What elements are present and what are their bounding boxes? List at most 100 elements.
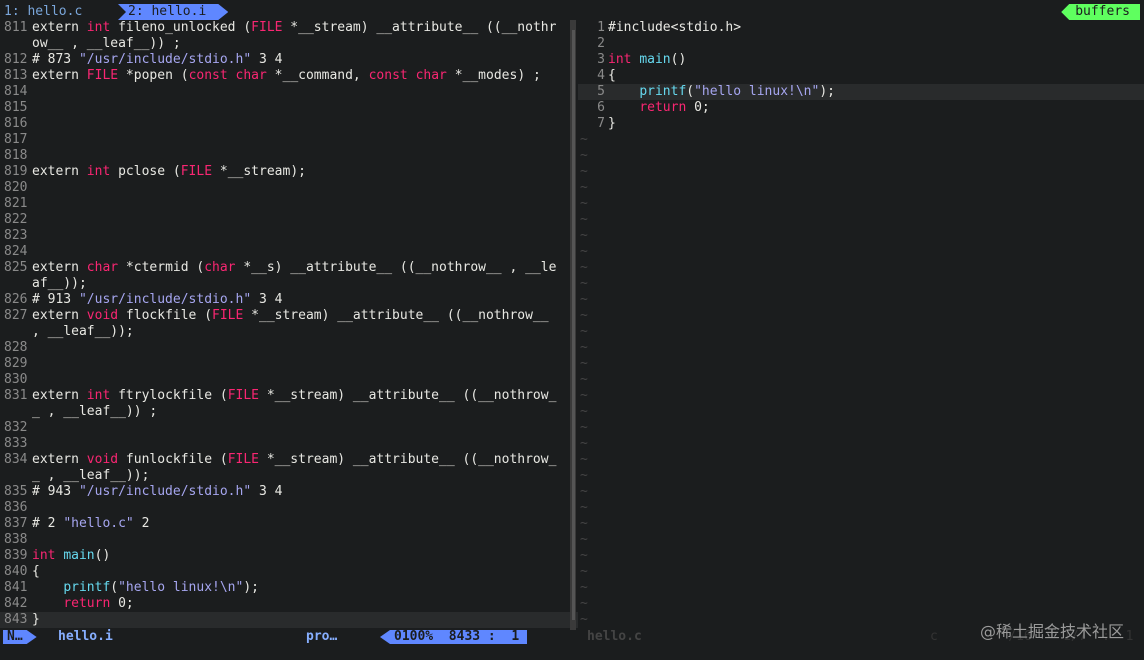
empty-line-tilde: ~ (580, 132, 588, 147)
left-code-line[interactable]: 831 extern int ftrylockfile (FILE *__stre… (0, 388, 578, 404)
right-code-line[interactable]: 4{ (578, 68, 1144, 84)
empty-line-tilde: ~ (580, 148, 588, 163)
line-text: _ , __leaf__)) ; (32, 404, 158, 419)
empty-line-tilde: ~ (580, 276, 588, 291)
left-code-line[interactable]: 811 extern int fileno_unlocked (FILE *__s… (0, 20, 578, 36)
left-code-line[interactable]: 838 (0, 532, 578, 548)
line-number: 812 (4, 52, 28, 67)
empty-line-tilde: ~ (580, 516, 588, 531)
line-number: 7 (597, 116, 605, 131)
right-code-line[interactable]: 6 return 0; (578, 100, 1144, 116)
left-code-line[interactable]: 839 int main() (0, 548, 578, 564)
left-code-line[interactable]: 826 # 913 "/usr/include/stdio.h" 3 4 (0, 292, 578, 308)
line-number: 3 (597, 52, 605, 67)
line-text: extern int fileno_unlocked (FILE *__stre… (32, 20, 557, 35)
line-number: 820 (4, 180, 28, 195)
line-number: 838 (4, 532, 28, 547)
line-text: # 943 "/usr/include/stdio.h" 3 4 (32, 484, 283, 499)
tabline: 1: hello.c 2: hello.i buffers (0, 4, 1144, 20)
left-code-line[interactable]: 820 (0, 180, 578, 196)
empty-line-tilde: ~ (580, 596, 588, 611)
line-number: 821 (4, 196, 28, 211)
empty-line-tilde: ~ (580, 228, 588, 243)
statusline-position: 0100% 8433 : 1 (380, 630, 528, 644)
line-text: extern char *ctermid (char *__s) __attri… (32, 260, 557, 275)
right-code-line[interactable]: 3 int main() (578, 52, 1144, 68)
statusline-filetype: pro… (306, 629, 338, 644)
line-number: 5 (597, 84, 605, 99)
line-number: 834 (4, 452, 28, 467)
line-number: 839 (4, 548, 28, 563)
empty-line-tilde: ~ (580, 308, 588, 323)
line-text: return 0; (63, 596, 134, 611)
line-text: _ , __leaf__)); (32, 468, 150, 483)
left-code-line[interactable]: 825 extern char *ctermid (char *__s) __at… (0, 260, 578, 276)
line-number: 823 (4, 228, 28, 243)
line-number: 822 (4, 212, 28, 227)
left-code-line[interactable]: af__)); (0, 276, 578, 292)
empty-line-tilde: ~ (580, 564, 588, 579)
left-code-line[interactable]: 821 (0, 196, 578, 212)
tab-hello-i[interactable]: 2: hello.i (118, 4, 228, 20)
left-code-line[interactable]: 822 (0, 212, 578, 228)
left-code-line[interactable]: 842 return 0; (0, 596, 578, 612)
left-code-line[interactable]: 843} (0, 612, 578, 628)
line-number: 811 (4, 20, 28, 35)
left-code-line[interactable]: _ , __leaf__)); (0, 468, 578, 484)
left-code-line[interactable]: 819 extern int pclose (FILE *__stream); (0, 164, 578, 180)
left-code-line[interactable]: 833 (0, 436, 578, 452)
right-code-line[interactable]: 2 (578, 36, 1144, 52)
line-text: extern int ftrylockfile (FILE *__stream)… (32, 388, 557, 403)
empty-line-tilde: ~ (580, 436, 588, 451)
left-code-line[interactable]: 827 extern void flockfile (FILE *__stream… (0, 308, 578, 324)
left-code-line[interactable]: 813 extern FILE *popen (const char *__com… (0, 68, 578, 84)
empty-line-tilde: ~ (580, 404, 588, 419)
left-code-line[interactable]: 828 (0, 340, 578, 356)
left-code-line[interactable]: , __leaf__)); (0, 324, 578, 340)
left-code-line[interactable]: 814 (0, 84, 578, 100)
line-number: 837 (4, 516, 28, 531)
left-code-line[interactable]: 836 (0, 500, 578, 516)
left-code-line[interactable]: 835 # 943 "/usr/include/stdio.h" 3 4 (0, 484, 578, 500)
buffers-indicator[interactable]: buffers (1061, 4, 1140, 20)
right-code-line[interactable]: 5 printf("hello linux!\n"); (578, 84, 1144, 100)
line-number: 824 (4, 244, 28, 259)
scrollbar-thumb[interactable] (572, 30, 575, 620)
line-text: #include<stdio.h> (608, 20, 742, 35)
line-number: 819 (4, 164, 28, 179)
right-code-line[interactable]: 1 #include<stdio.h> (578, 20, 1144, 36)
tab-hello-c[interactable]: 1: hello.c (4, 4, 82, 20)
line-number: 842 (4, 596, 28, 611)
left-code-line[interactable]: 824 (0, 244, 578, 260)
left-code-line[interactable]: _ , __leaf__)) ; (0, 404, 578, 420)
left-code-line[interactable]: 818 (0, 148, 578, 164)
line-number: 836 (4, 500, 28, 515)
left-code-line[interactable]: 832 (0, 420, 578, 436)
left-code-line[interactable]: 816 (0, 116, 578, 132)
line-text: { (32, 564, 40, 579)
line-text: # 913 "/usr/include/stdio.h" 3 4 (32, 292, 283, 307)
left-code-line[interactable]: ow__ , __leaf__)) ; (0, 36, 578, 52)
right-code-line[interactable]: 7} (578, 116, 1144, 132)
left-code-line[interactable]: 841 printf("hello linux!\n"); (0, 580, 578, 596)
left-code-line[interactable]: 840 { (0, 564, 578, 580)
left-code-line[interactable]: 815 (0, 100, 578, 116)
line-text: extern void flockfile (FILE *__stream) _… (32, 308, 549, 323)
left-code-line[interactable]: 834 extern void funlockfile (FILE *__stre… (0, 452, 578, 468)
line-text: } (608, 116, 616, 131)
left-code-line[interactable]: 817 (0, 132, 578, 148)
left-code-line[interactable]: 837 # 2 "hello.c" 2 (0, 516, 578, 532)
left-code-line[interactable]: 830 (0, 372, 578, 388)
line-text: # 873 "/usr/include/stdio.h" 3 4 (32, 52, 283, 67)
left-code-line[interactable]: 823 (0, 228, 578, 244)
empty-line-tilde: ~ (580, 180, 588, 195)
left-code-line[interactable]: 812 # 873 "/usr/include/stdio.h" 3 4 (0, 52, 578, 68)
empty-line-tilde: ~ (580, 452, 588, 467)
line-text: af__)); (32, 276, 87, 291)
editor-pane-hello-i[interactable]: 811 extern int fileno_unlocked (FILE *__s… (0, 20, 578, 630)
left-code-line[interactable]: 829 (0, 356, 578, 372)
editor-pane-hello-c[interactable]: 1 #include<stdio.h> 2 3 int main() 4{5 printf… (578, 20, 1144, 630)
empty-line-tilde: ~ (580, 212, 588, 227)
line-number: 6 (597, 100, 605, 115)
line-number: 1 (597, 20, 605, 35)
